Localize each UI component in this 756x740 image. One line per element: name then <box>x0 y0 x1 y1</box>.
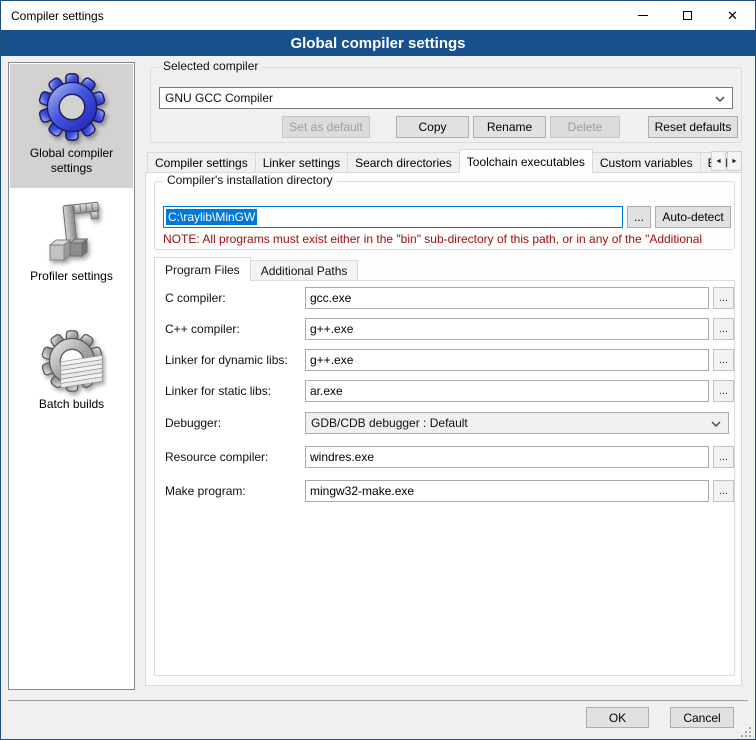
ok-button[interactable]: OK <box>586 707 649 728</box>
compiler-tabs: Compiler settings Linker settings Search… <box>147 149 742 173</box>
sidebar-item-batch-builds[interactable]: Batch builds <box>10 321 133 421</box>
tab-search-directories[interactable]: Search directories <box>347 152 460 173</box>
static-linker-browse-button[interactable]: ... <box>713 380 734 402</box>
compiler-settings-window: Compiler settings ✕ Global compiler sett… <box>0 0 756 740</box>
sidebar-item-global-compiler-settings[interactable]: Global compiler settings <box>10 64 133 188</box>
maximize-button[interactable] <box>665 1 710 30</box>
static-linker-input[interactable] <box>305 380 709 402</box>
close-icon: ✕ <box>727 9 738 22</box>
sidebar-item-label: Profiler settings <box>10 269 133 284</box>
dialog-body: Global compiler settings <box>1 56 755 739</box>
tab-linker-settings[interactable]: Linker settings <box>255 152 348 173</box>
selected-compiler-dropdown[interactable]: GNU GCC Compiler <box>159 87 733 109</box>
set-as-default-button[interactable]: Set as default <box>282 116 370 138</box>
install-dir-note: NOTE: All programs must exist either in … <box>163 232 733 246</box>
cpp-compiler-browse-button[interactable]: ... <box>713 318 734 340</box>
program-subtabs: Program Files Additional Paths <box>154 257 357 281</box>
toolchain-executables-page: Compiler's installation directory C:\ray… <box>145 172 742 686</box>
debugger-dropdown[interactable]: GDB/CDB debugger : Default <box>305 412 729 434</box>
sidebar-item-label: Batch builds <box>10 397 133 412</box>
tab-compiler-settings[interactable]: Compiler settings <box>147 152 256 173</box>
chevron-down-icon <box>711 421 721 427</box>
sidebar-item-label: Global compiler settings <box>10 146 133 176</box>
make-program-label: Make program: <box>165 480 246 502</box>
tab-scroll-right-icon[interactable]: ► <box>727 151 742 171</box>
install-dir-selected-text: C:\raylib\MinGW <box>166 209 257 225</box>
tab-scroll-buttons: ◄ ► <box>710 151 742 171</box>
minimize-icon <box>638 15 648 16</box>
selected-compiler-value: GNU GCC Compiler <box>165 91 273 105</box>
chevron-down-icon <box>715 96 725 102</box>
dynamic-linker-input[interactable] <box>305 349 709 371</box>
debugger-value: GDB/CDB debugger : Default <box>311 416 468 430</box>
tab-toolchain-executables[interactable]: Toolchain executables <box>459 149 593 173</box>
minimize-button[interactable] <box>620 1 665 30</box>
c-compiler-label: C compiler: <box>165 287 226 309</box>
banner-title: Global compiler settings <box>290 35 465 52</box>
program-files-page: C compiler: ... C++ compiler: ... Linker… <box>154 280 735 676</box>
caption-buttons: ✕ <box>620 1 755 30</box>
dialog-banner: Global compiler settings <box>1 30 755 56</box>
cpp-compiler-input[interactable] <box>305 318 709 340</box>
dynamic-linker-browse-button[interactable]: ... <box>713 349 734 371</box>
tab-scroll-left-icon[interactable]: ◄ <box>711 151 726 171</box>
auto-detect-button[interactable]: Auto-detect <box>655 206 731 228</box>
resource-compiler-browse-button[interactable]: ... <box>713 446 734 468</box>
resource-compiler-label: Resource compiler: <box>165 446 268 468</box>
cancel-button[interactable]: Cancel <box>670 707 734 728</box>
selected-compiler-group: Selected compiler GNU GCC Compiler Set a… <box>150 67 742 143</box>
static-linker-label: Linker for static libs: <box>165 380 271 402</box>
c-compiler-browse-button[interactable]: ... <box>713 287 734 309</box>
subtab-program-files[interactable]: Program Files <box>154 257 251 281</box>
tab-custom-variables[interactable]: Custom variables <box>592 152 701 173</box>
caliper-icon <box>10 191 133 265</box>
group-label: Compiler's installation directory <box>163 173 337 187</box>
gear-stack-icon <box>10 321 133 393</box>
group-label: Selected compiler <box>159 59 262 73</box>
blue-gear-icon <box>10 64 133 142</box>
resource-compiler-input[interactable] <box>305 446 709 468</box>
c-compiler-input[interactable] <box>305 287 709 309</box>
subtab-additional-paths[interactable]: Additional Paths <box>250 260 359 281</box>
reset-defaults-button[interactable]: Reset defaults <box>648 116 738 138</box>
rename-button[interactable]: Rename <box>473 116 546 138</box>
make-program-input[interactable] <box>305 480 709 502</box>
sidebar-item-profiler-settings[interactable]: Profiler settings <box>10 191 133 295</box>
resize-grip[interactable] <box>741 727 751 737</box>
close-button[interactable]: ✕ <box>710 1 755 30</box>
title-bar[interactable]: Compiler settings ✕ <box>1 1 755 30</box>
settings-category-list: Global compiler settings <box>8 62 135 690</box>
delete-button[interactable]: Delete <box>550 116 620 138</box>
footer-divider <box>8 700 748 701</box>
dynamic-linker-label: Linker for dynamic libs: <box>165 349 288 371</box>
install-dir-browse-button[interactable]: ... <box>627 206 651 228</box>
make-program-browse-button[interactable]: ... <box>713 480 734 502</box>
window-title: Compiler settings <box>1 9 104 23</box>
install-dir-input[interactable]: C:\raylib\MinGW <box>163 206 623 228</box>
cpp-compiler-label: C++ compiler: <box>165 318 240 340</box>
debugger-label: Debugger: <box>165 412 221 434</box>
maximize-icon <box>683 11 692 20</box>
installation-directory-group: Compiler's installation directory C:\ray… <box>154 181 735 250</box>
copy-button[interactable]: Copy <box>396 116 469 138</box>
